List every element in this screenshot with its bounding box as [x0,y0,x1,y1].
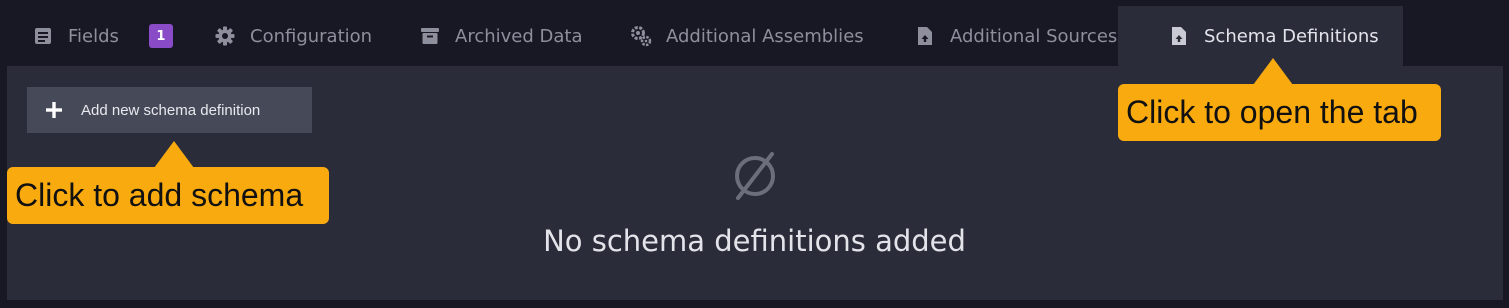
tab-label: Additional Sources [950,25,1118,47]
add-schema-definition-button[interactable]: Add new schema definition [27,87,312,133]
tab-label: Archived Data [455,25,583,47]
gears-icon [630,25,652,47]
empty-set-icon [727,148,783,204]
tab-label: Configuration [250,25,373,47]
tab-label: Additional Assemblies [666,25,864,47]
callout-arrow [1253,58,1293,85]
tab-bar: Fields 1 Configuration Archived Data Add… [0,0,1509,66]
add-schema-callout: Click to add schema [7,141,329,224]
file-upload-icon [914,25,936,47]
tab-archived-data[interactable]: Archived Data [419,6,582,66]
tab-fields[interactable]: Fields 1 [32,6,173,66]
file-upload-icon [1168,25,1190,47]
open-tab-callout: Click to open the tab [1118,58,1441,141]
archive-icon [419,25,441,47]
callout-arrow [154,141,194,168]
add-button-label: Add new schema definition [81,101,261,119]
tab-label: Fields [68,25,119,47]
tab-label: Schema Definitions [1204,25,1379,47]
count-badge: 1 [148,24,173,48]
list-icon [32,25,54,47]
tab-additional-assemblies[interactable]: Additional Assemblies [630,6,864,66]
tab-schema-definitions[interactable]: Schema Definitions [1118,6,1403,66]
tab-additional-sources[interactable]: Additional Sources [914,6,1117,66]
plus-icon [45,101,63,119]
gear-icon [214,25,236,47]
empty-state-message: No schema definitions added [543,224,966,258]
tab-configuration[interactable]: Configuration [214,6,372,66]
callout-text: Click to open the tab [1126,94,1418,130]
callout-text: Click to add schema [15,177,304,213]
